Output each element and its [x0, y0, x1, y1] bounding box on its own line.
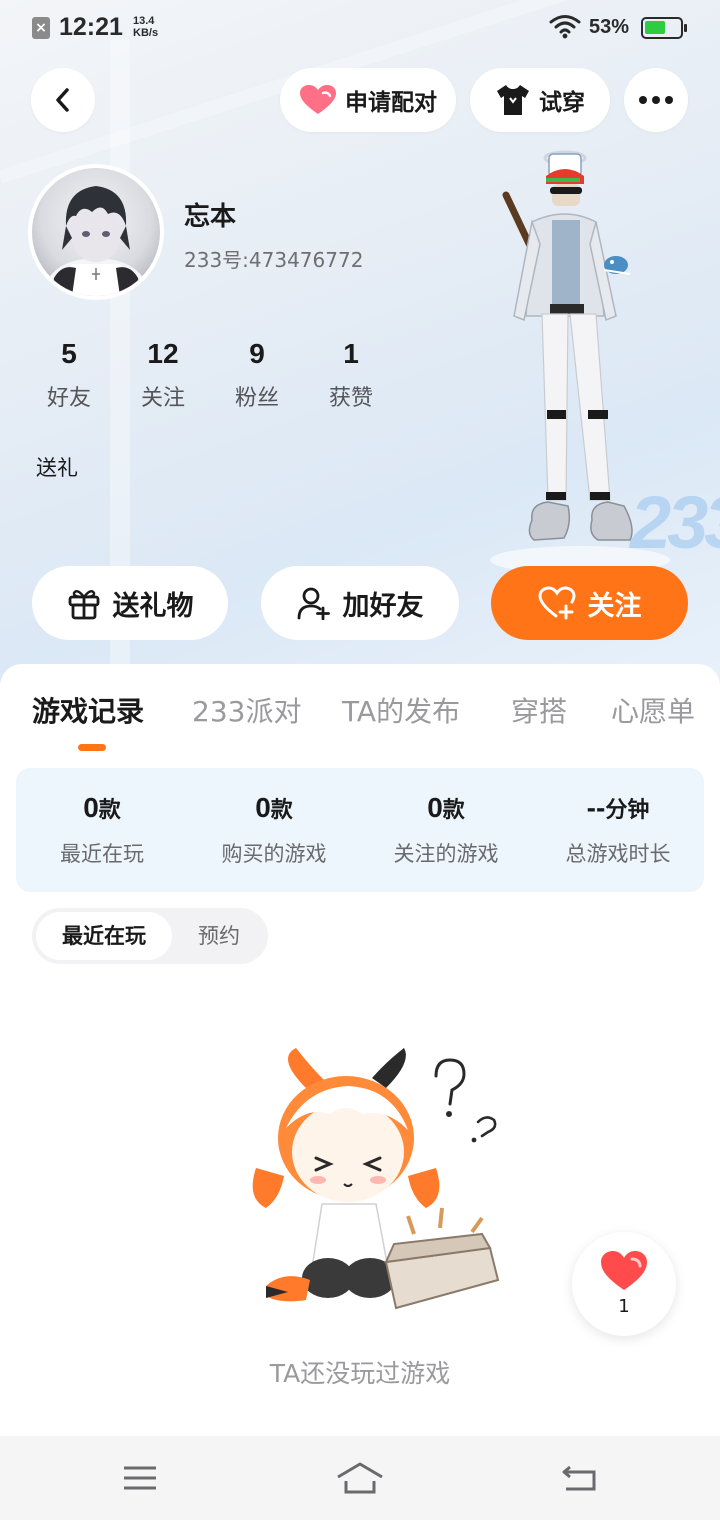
- menu-button[interactable]: [116, 1456, 164, 1500]
- game-stat-purchased[interactable]: 0款 购买的游戏: [188, 792, 360, 868]
- heart-plus-icon: [537, 586, 576, 620]
- back-nav-button[interactable]: [556, 1456, 604, 1500]
- chevron-left-icon: [56, 88, 69, 112]
- like-count: 1: [618, 1296, 630, 1317]
- battery-level-fill: [645, 21, 665, 34]
- avatar-portrait: [46, 186, 146, 296]
- segment-recent-playing[interactable]: 最近在玩: [36, 912, 172, 960]
- tab-233-party[interactable]: 233派对: [192, 690, 301, 730]
- stat-label: 获赞: [328, 386, 373, 411]
- stat-value: 1: [343, 338, 359, 369]
- user-id[interactable]: 233号:473476772: [184, 244, 363, 273]
- network-speed: 13.4 KB/s: [133, 15, 158, 39]
- stat-following[interactable]: 12 关注: [118, 338, 208, 412]
- stat-friends[interactable]: 5 好友: [24, 338, 114, 412]
- tab-game-records[interactable]: 游戏记录: [32, 690, 144, 730]
- tshirt-icon: [497, 85, 529, 115]
- tab-wishlist[interactable]: 心愿单: [611, 690, 695, 730]
- back-button[interactable]: [31, 68, 95, 132]
- game-stat-unit: 款: [98, 798, 121, 823]
- deco-233-logo: 233: [630, 481, 720, 564]
- stat-value: 5: [61, 338, 77, 369]
- battery-icon: [641, 17, 683, 39]
- gift-section-label: 送礼: [36, 456, 78, 480]
- home-icon: [337, 1462, 383, 1494]
- apply-pair-button[interactable]: 申请配对: [280, 68, 456, 132]
- game-stat-number: 0: [427, 792, 443, 823]
- stat-value: 9: [249, 338, 265, 369]
- game-stat-number: 0: [83, 792, 99, 823]
- game-stat-unit: 分钟: [605, 798, 650, 823]
- stat-label: 粉丝: [234, 386, 279, 411]
- game-stat-label: 购买的游戏: [221, 842, 327, 866]
- game-stat-unit: 款: [442, 798, 465, 823]
- network-speed-unit: KB/s: [133, 27, 159, 39]
- active-tab-indicator: [78, 744, 106, 751]
- send-gift-label: 送礼物: [112, 590, 194, 622]
- gift-icon: [68, 590, 99, 620]
- more-dots-icon: [639, 96, 673, 104]
- follow-label: 关注: [587, 590, 642, 622]
- battery-percent: 53%: [589, 16, 630, 38]
- tab-outfits[interactable]: 穿搭: [511, 690, 567, 730]
- stat-label: 关注: [140, 386, 185, 411]
- like-button[interactable]: [572, 1232, 676, 1336]
- menu-icon: [124, 1466, 156, 1490]
- back-arrow-icon: [562, 1465, 596, 1491]
- game-stat-value: 0款: [16, 792, 188, 824]
- send-gift-button[interactable]: 送礼物: [32, 566, 228, 640]
- game-stat-label: 总游戏时长: [565, 842, 671, 866]
- notification-icon: ×: [32, 17, 50, 39]
- add-friend-label: 加好友: [342, 590, 424, 622]
- game-stat-unit: 款: [270, 798, 293, 823]
- try-on-button[interactable]: 试穿: [470, 68, 610, 132]
- avatar[interactable]: [28, 164, 164, 300]
- add-friend-button[interactable]: 加好友: [261, 566, 459, 640]
- game-stat-label: 关注的游戏: [393, 842, 499, 866]
- game-stat-number: 0: [255, 792, 271, 823]
- game-stat-followed[interactable]: 0款 关注的游戏: [360, 792, 532, 868]
- tab-ta-posts[interactable]: TA的发布: [342, 690, 460, 730]
- game-stat-label: 最近在玩: [60, 842, 144, 866]
- heart-icon: [300, 85, 336, 114]
- add-user-icon: [297, 587, 330, 620]
- stat-fans[interactable]: 9 粉丝: [212, 338, 302, 412]
- game-stat-value: --分钟: [532, 792, 704, 824]
- game-stat-value: 0款: [360, 792, 532, 824]
- stat-value: 12: [147, 338, 179, 369]
- status-time: 12:21: [59, 13, 123, 41]
- empty-state-text: TA还没玩过游戏: [269, 1359, 451, 1388]
- empty-state-illustration: [252, 1048, 500, 1310]
- follow-button[interactable]: 关注: [491, 566, 688, 640]
- battery-tip: [684, 24, 687, 32]
- game-stat-number: --: [586, 792, 606, 823]
- game-stat-value: 0款: [188, 792, 360, 824]
- username: 忘本: [184, 202, 237, 232]
- stat-label: 好友: [46, 386, 91, 411]
- network-speed-value: 13.4: [133, 15, 155, 27]
- game-stat-recent[interactable]: 0款 最近在玩: [16, 792, 188, 868]
- status-bar: × 12:21 13.4 KB/s 53%: [0, 0, 720, 58]
- wifi-icon: [549, 15, 581, 39]
- home-button[interactable]: [336, 1456, 384, 1500]
- game-stat-playtime[interactable]: --分钟 总游戏时长: [532, 792, 704, 868]
- heart-icon: [601, 1251, 647, 1290]
- more-button[interactable]: [624, 68, 688, 132]
- stat-likes[interactable]: 1 获赞: [306, 338, 396, 412]
- apply-pair-label: 申请配对: [345, 90, 437, 116]
- segment-reservation[interactable]: 预约: [176, 912, 262, 960]
- try-on-label: 试穿: [539, 90, 585, 116]
